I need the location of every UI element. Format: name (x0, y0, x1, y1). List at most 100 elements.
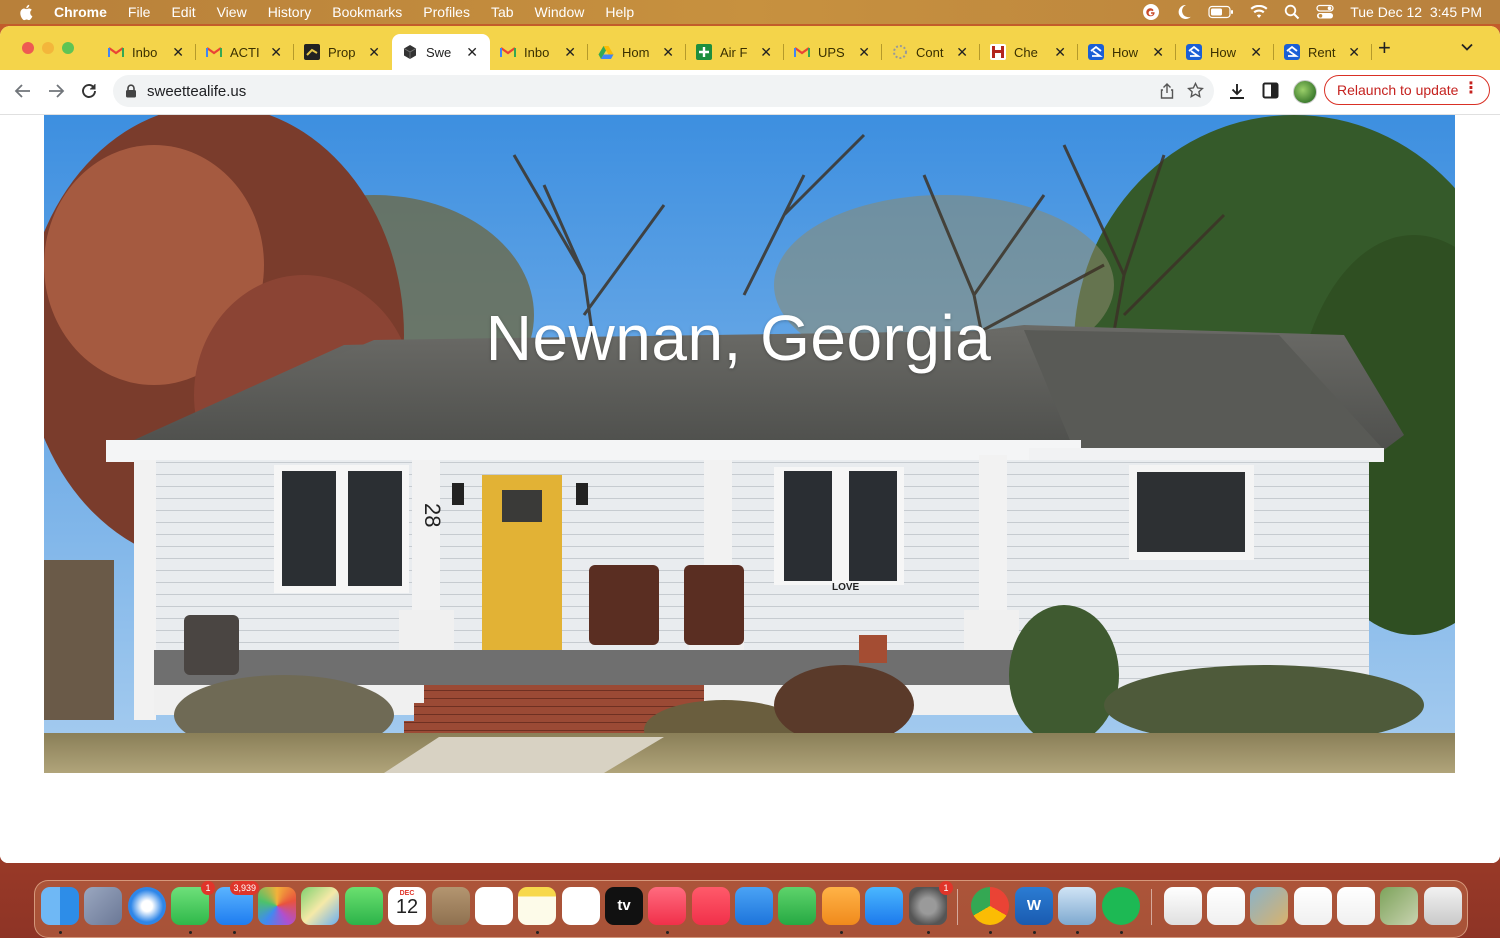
apple-menu-icon[interactable] (18, 3, 36, 21)
close-window-button[interactable] (22, 42, 34, 54)
tab-search-chevron-icon[interactable] (1460, 40, 1474, 54)
tab[interactable]: Hom ✕ (588, 34, 686, 70)
tab[interactable]: Cont ✕ (882, 34, 980, 70)
tab[interactable]: Inbo ✕ (490, 34, 588, 70)
reload-icon[interactable] (80, 82, 98, 100)
zoom-window-button[interactable] (62, 42, 74, 54)
tab-close-icon[interactable]: ✕ (1152, 44, 1164, 60)
wifi-icon[interactable] (1250, 5, 1268, 19)
keynote-icon[interactable] (735, 887, 773, 925)
profile-avatar[interactable] (1293, 80, 1317, 104)
address-bar-url[interactable]: sweettealife.us (147, 83, 246, 100)
word-icon[interactable]: W (1015, 887, 1053, 925)
share-icon[interactable] (1160, 83, 1174, 99)
freeform-icon[interactable] (562, 887, 600, 925)
gmail-icon (500, 44, 516, 60)
tab-close-icon[interactable]: ✕ (858, 44, 870, 60)
recent-document-icon[interactable] (1207, 887, 1245, 925)
tab-close-icon[interactable]: ✕ (760, 44, 772, 60)
news-icon[interactable] (692, 887, 730, 925)
tab-close-icon[interactable]: ✕ (466, 44, 478, 60)
notes-icon[interactable] (518, 887, 556, 925)
side-panel-icon[interactable] (1262, 82, 1279, 99)
apple-tv-icon[interactable]: tv (605, 887, 643, 925)
maps-icon[interactable] (301, 887, 339, 925)
preview-icon[interactable] (1058, 887, 1096, 925)
tab[interactable]: Prop ✕ (294, 34, 392, 70)
back-arrow-icon[interactable] (14, 82, 32, 100)
control-center-icon[interactable] (1316, 4, 1334, 20)
numbers-icon[interactable] (778, 887, 816, 925)
system-settings-icon[interactable]: 1 (909, 881, 953, 925)
chrome-icon[interactable] (971, 887, 1009, 925)
lock-icon[interactable] (125, 84, 137, 98)
menu-clock[interactable]: Tue Dec 12 3:45 PM (1350, 4, 1482, 20)
calendar-icon[interactable]: DEC 12 (388, 887, 426, 925)
app-store-icon[interactable] (865, 887, 903, 925)
menu-app-name[interactable]: Chrome (54, 4, 107, 20)
night-mode-icon[interactable] (1176, 4, 1192, 20)
battery-icon[interactable] (1208, 5, 1234, 19)
forward-arrow-icon[interactable] (47, 82, 65, 100)
tab-close-icon[interactable]: ✕ (1250, 44, 1262, 60)
recent-photo-icon[interactable] (1380, 887, 1418, 925)
safari-icon[interactable] (128, 887, 166, 925)
spotify-icon[interactable] (1102, 887, 1140, 925)
minimize-window-button[interactable] (42, 42, 54, 54)
tab-close-icon[interactable]: ✕ (172, 44, 184, 60)
recent-window-icon[interactable] (1164, 887, 1202, 925)
tab[interactable]: UPS ✕ (784, 34, 882, 70)
reminders-icon[interactable] (475, 887, 513, 925)
bookmark-star-icon[interactable] (1187, 82, 1204, 99)
recent-document-icon[interactable] (1337, 887, 1375, 925)
music-icon[interactable] (648, 887, 686, 925)
recent-document-icon[interactable] (1294, 887, 1332, 925)
facetime-icon[interactable] (345, 887, 383, 925)
photos-icon[interactable] (258, 887, 296, 925)
menu-profiles[interactable]: Profiles (423, 4, 470, 20)
tab[interactable]: How ✕ (1176, 34, 1274, 70)
menu-help[interactable]: Help (605, 4, 634, 20)
finder-icon[interactable] (41, 887, 79, 925)
tab[interactable]: How ✕ (1078, 34, 1176, 70)
tab[interactable]: Air F ✕ (686, 34, 784, 70)
running-indicator (840, 931, 843, 934)
tab[interactable]: Che ✕ (980, 34, 1078, 70)
tab-close-icon[interactable]: ✕ (270, 44, 282, 60)
new-tab-button[interactable]: + (1378, 37, 1391, 59)
tab-close-icon[interactable]: ✕ (1054, 44, 1066, 60)
tab[interactable]: Inbo ✕ (98, 34, 196, 70)
google-g-status-icon[interactable] (1142, 3, 1160, 21)
menu-edit[interactable]: Edit (171, 4, 195, 20)
tab-title: Inbo (132, 44, 158, 60)
menu-view[interactable]: View (217, 4, 247, 20)
menu-window[interactable]: Window (535, 4, 585, 20)
tab-title: Prop (328, 44, 356, 60)
tab-close-icon[interactable]: ✕ (1348, 44, 1360, 60)
menu-bookmarks[interactable]: Bookmarks (332, 4, 402, 20)
menu-file[interactable]: File (128, 4, 151, 20)
messages-icon[interactable]: 1 (171, 881, 215, 925)
mail-icon[interactable]: 3,939 (215, 881, 259, 925)
tab-close-icon[interactable]: ✕ (956, 44, 968, 60)
tab-close-icon[interactable]: ✕ (368, 44, 380, 60)
hero-title: Newnan, Georgia (485, 302, 992, 374)
relaunch-to-update-button[interactable]: Relaunch to update ⋮ (1324, 75, 1490, 105)
trash-icon[interactable] (1424, 887, 1462, 925)
launchpad-icon[interactable] (84, 887, 122, 925)
recent-image-icon[interactable] (1250, 887, 1288, 925)
tab[interactable]: ACTI ✕ (196, 34, 294, 70)
address-bar[interactable]: sweettealife.us (113, 75, 1214, 107)
menu-history[interactable]: History (268, 4, 312, 20)
more-menu-icon[interactable]: ⋮ (1463, 81, 1479, 97)
spotlight-search-icon[interactable] (1284, 4, 1300, 20)
tab-title: How (1210, 44, 1237, 60)
pages-icon[interactable] (822, 887, 860, 925)
tab-close-icon[interactable]: ✕ (564, 44, 576, 60)
download-icon[interactable] (1228, 82, 1246, 100)
tab[interactable]: Rent ✕ (1274, 34, 1372, 70)
contacts-icon[interactable] (432, 887, 470, 925)
menu-tab[interactable]: Tab (491, 4, 514, 20)
tab-close-icon[interactable]: ✕ (662, 44, 674, 60)
tab-active[interactable]: Swe ✕ (392, 34, 490, 70)
